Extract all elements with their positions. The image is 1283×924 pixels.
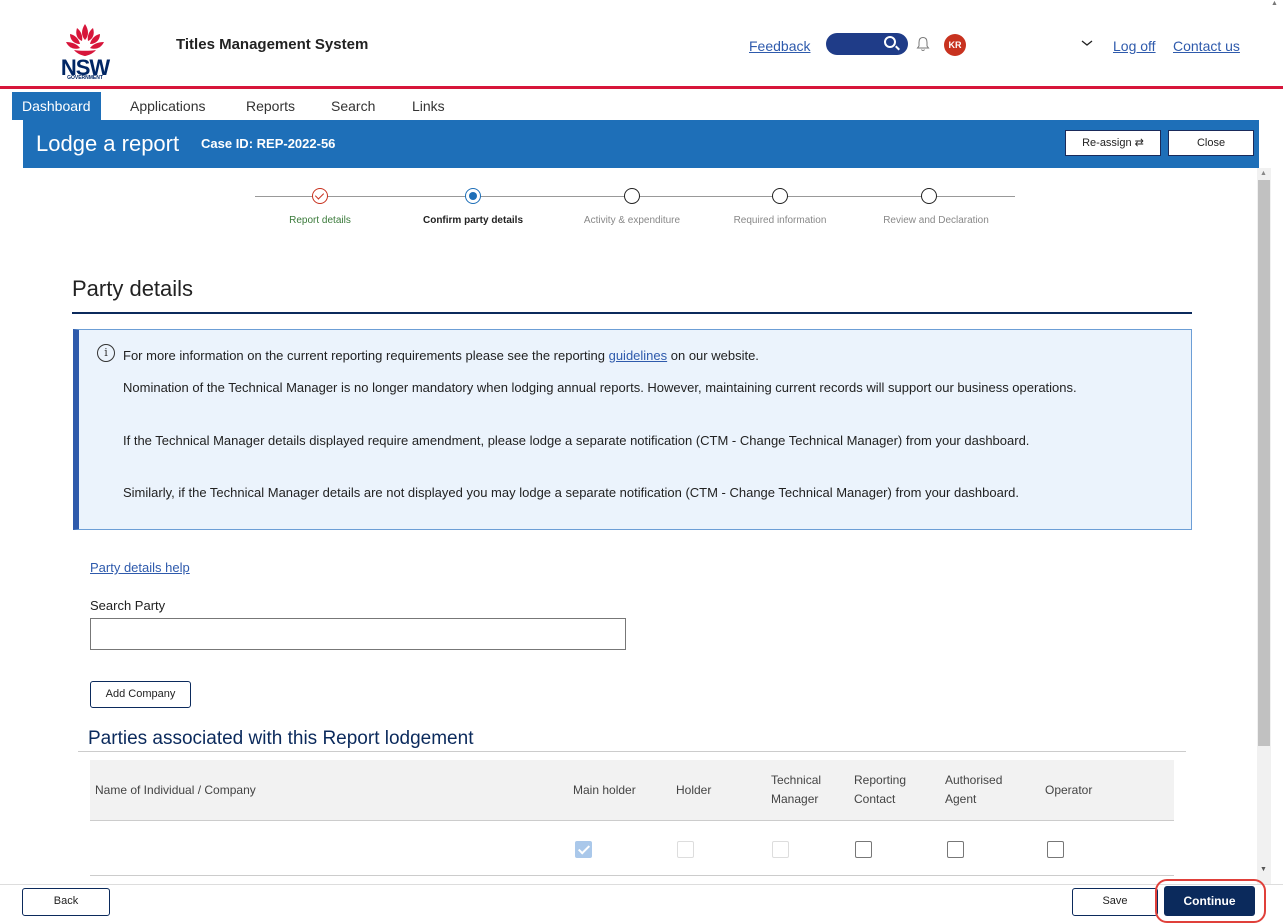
search-party-input[interactable] [90, 618, 626, 650]
parties-section-title: Parties associated with this Report lodg… [88, 728, 474, 749]
scrollbar-thumb[interactable] [1258, 180, 1270, 746]
case-header-bar: Lodge a report Case ID: REP-2022-56 Re-a… [23, 120, 1259, 168]
table-row [90, 822, 1174, 876]
step-label: Confirm party details [422, 215, 524, 226]
search-party-label: Search Party [90, 598, 166, 613]
info-panel: i For more information on the current re… [73, 329, 1192, 530]
info-paragraph-2: Nomination of the Technical Manager is n… [123, 380, 1077, 395]
table-header: Name of Individual / Company Main holder… [90, 760, 1174, 821]
logo-subtext: GOVERNMENT [67, 75, 103, 81]
step-pending-circle-icon [921, 188, 937, 204]
nav-links[interactable]: Links [412, 92, 445, 120]
bell-icon[interactable] [916, 36, 930, 52]
app-title: Titles Management System [176, 36, 369, 53]
info-text: For more information on the current repo… [123, 348, 609, 363]
step-label: Review and Declaration [883, 215, 989, 226]
parties-divider [78, 751, 1186, 752]
col-authorised-agent-line2: Agent [945, 792, 977, 806]
nav-reports[interactable]: Reports [246, 92, 295, 120]
contact-us-link[interactable]: Contact us [1173, 38, 1240, 54]
scroll-down-icon[interactable]: ▼ [1260, 866, 1267, 873]
main-nav: Dashboard Applications Reports Search Li… [0, 92, 1283, 120]
authorised-agent-checkbox[interactable] [947, 841, 964, 858]
technical-manager-checkbox [772, 841, 789, 858]
col-operator: Operator [1045, 783, 1093, 797]
section-divider [72, 312, 1192, 314]
log-off-link[interactable]: Log off [1113, 38, 1156, 54]
col-reporting-contact-line2: Contact [854, 792, 896, 806]
step-pending-circle-icon [772, 188, 788, 204]
reporting-contact-checkbox[interactable] [855, 841, 872, 858]
chevron-down-icon[interactable] [1080, 38, 1094, 48]
case-id: Case ID: REP-2022-56 [201, 136, 336, 151]
col-reporting-contact-line1: Reporting [854, 773, 907, 787]
header-search-button[interactable] [826, 33, 908, 55]
party-details-help-link[interactable]: Party details help [90, 560, 190, 575]
step-done-check-icon [312, 188, 328, 204]
page-title: Lodge a report [36, 131, 180, 156]
nsw-government-logo[interactable]: NSW GOVERNMENT [50, 22, 120, 82]
nav-search[interactable]: Search [331, 92, 375, 120]
col-authorised-agent: Authorised Agent [945, 771, 1002, 809]
info-paragraph-4: Similarly, if the Technical Manager deta… [123, 485, 1020, 500]
continue-button[interactable]: Continue [1164, 886, 1255, 916]
col-name: Name of Individual / Company [95, 783, 256, 797]
col-authorised-agent-line1: Authorised [945, 773, 1003, 787]
close-button[interactable]: Close [1168, 130, 1254, 156]
main-holder-checkbox [575, 841, 592, 858]
step-pending-circle-icon [624, 188, 640, 204]
col-reporting-contact: Reporting Contact [854, 771, 906, 809]
col-main-holder: Main holder [573, 783, 636, 797]
info-paragraph-1: For more information on the current repo… [123, 346, 1188, 365]
back-button[interactable]: Back [22, 888, 110, 916]
step-label: Activity & expenditure [583, 215, 681, 226]
search-icon [884, 36, 896, 48]
col-holder: Holder [676, 783, 712, 797]
waratah-icon [66, 24, 104, 56]
holder-checkbox [677, 841, 694, 858]
site-header: NSW GOVERNMENT Titles Management System … [0, 0, 1283, 86]
step-label: Required information [733, 215, 827, 226]
guidelines-link[interactable]: guidelines [609, 348, 668, 363]
feedback-link[interactable]: Feedback [749, 38, 810, 54]
section-title: Party details [72, 276, 194, 301]
col-technical-manager: Technical Manager [771, 771, 821, 809]
header-accent-line [0, 86, 1283, 89]
info-paragraph-3: If the Technical Manager details display… [123, 433, 1030, 448]
operator-checkbox[interactable] [1047, 841, 1064, 858]
info-text: on our website. [667, 348, 759, 363]
progress-stepper: Report details Confirm party details Act… [250, 185, 1020, 235]
user-avatar[interactable]: KR [944, 34, 966, 56]
nav-dashboard[interactable]: Dashboard [12, 92, 101, 120]
info-icon: i [97, 344, 115, 362]
step-current-dot-icon [465, 188, 481, 204]
add-company-button[interactable]: Add Company [90, 681, 191, 708]
nav-applications[interactable]: Applications [130, 92, 206, 120]
col-technical-manager-line1: Technical [771, 773, 822, 787]
col-technical-manager-line2: Manager [771, 792, 819, 806]
reassign-button[interactable]: Re-assign ⇄ [1065, 130, 1161, 156]
scroll-up-icon[interactable]: ▲ [1260, 170, 1267, 177]
window-scroll-up-icon[interactable]: ▲ [1271, 0, 1278, 7]
save-button[interactable]: Save [1072, 888, 1158, 916]
step-label: Report details [289, 215, 351, 226]
